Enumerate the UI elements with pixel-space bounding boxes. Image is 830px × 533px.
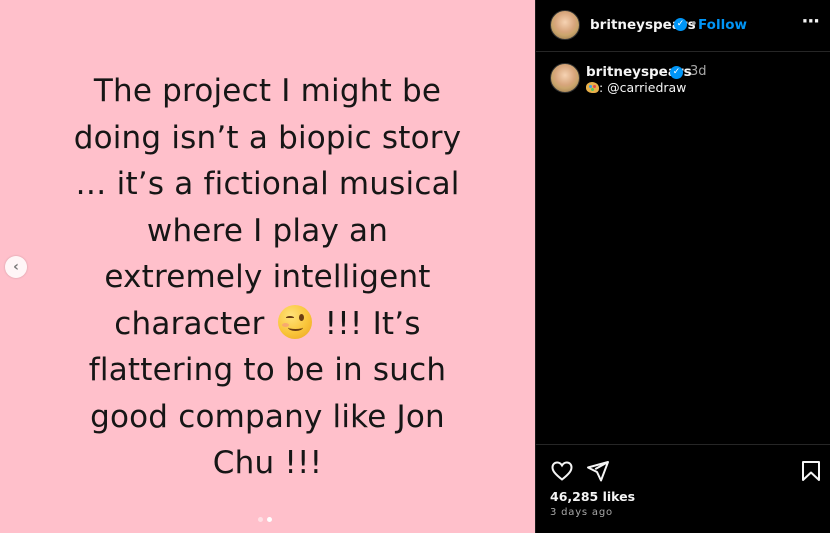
share-icon[interactable] xyxy=(586,459,610,483)
caption-timestamp[interactable]: 3d xyxy=(690,64,707,79)
caption-credit: : @carriedraw xyxy=(586,80,686,95)
text-line: where I play an xyxy=(146,212,389,249)
text-line: good company like Jon xyxy=(90,398,445,435)
previous-slide-button[interactable]: ‹ xyxy=(5,256,27,278)
avatar[interactable] xyxy=(550,63,580,93)
chevron-left-icon: ‹ xyxy=(13,259,19,275)
more-options-icon[interactable]: ··· xyxy=(801,12,819,32)
carousel-dot xyxy=(258,517,263,522)
text-fragment: character xyxy=(114,305,265,342)
post-header: britneyspears ✓ • Follow ··· xyxy=(536,0,830,52)
post-date: 3 days ago xyxy=(550,507,613,518)
text-line: flattering to be in such xyxy=(88,352,447,388)
text-fragment: !!! It’s xyxy=(324,305,421,342)
likes-count[interactable]: 46,285 likes xyxy=(550,489,635,504)
text-line: The project I might be xyxy=(93,73,442,109)
text-line: doing isn’t a biopic story xyxy=(73,119,462,156)
caption-credit-text[interactable]: : @carriedraw xyxy=(599,80,686,95)
bookmark-icon[interactable] xyxy=(799,459,823,483)
heart-icon[interactable] xyxy=(550,459,574,483)
verified-badge-icon: ✓ xyxy=(674,18,687,31)
post-side-panel: britneyspears ✓ • Follow ··· britneyspea… xyxy=(535,0,830,533)
verified-badge-icon: ✓ xyxy=(670,66,683,79)
post-actions: 46,285 likes 3 days ago xyxy=(536,444,830,533)
text-line: extremely intelligent xyxy=(104,259,431,295)
text-line: Chu !!! xyxy=(212,445,323,481)
follow-button[interactable]: Follow xyxy=(698,17,747,33)
header-separator: • xyxy=(690,17,698,32)
post-media[interactable]: The project I might be doing isn’t a bio… xyxy=(0,0,535,533)
text-line: … it’s a fictional musical xyxy=(75,166,460,202)
post-image-text: The project I might be doing isn’t a bio… xyxy=(0,68,535,487)
carousel-dot-active xyxy=(267,517,272,522)
artist-palette-icon xyxy=(586,82,599,93)
avatar[interactable] xyxy=(550,10,580,40)
carousel-indicator xyxy=(258,517,272,522)
winking-face-icon xyxy=(277,304,312,339)
text-line-with-emoji: character !!! It’s xyxy=(70,301,465,348)
